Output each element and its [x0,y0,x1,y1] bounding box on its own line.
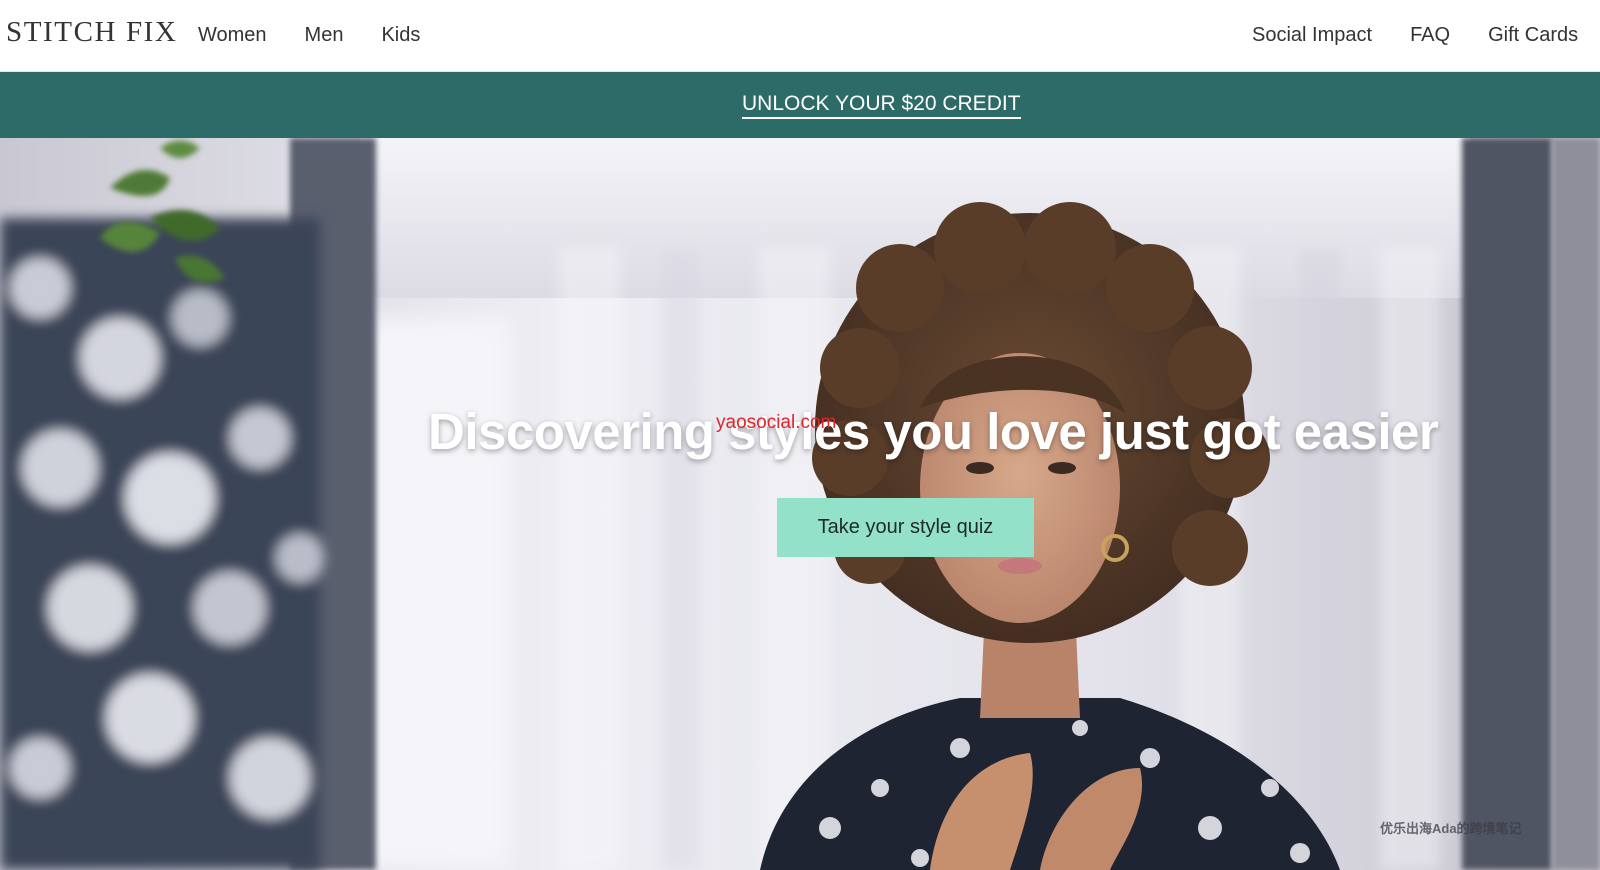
secondary-nav: Social Impact FAQ Gift Cards [1252,20,1600,50]
hero-section: Discovering styles you love just got eas… [0,138,1600,870]
nav-link-faq[interactable]: FAQ [1410,20,1450,50]
nav-link-men[interactable]: Men [305,20,344,50]
hero-headline: Discovering styles you love just got eas… [428,403,1439,460]
overlay-watermark-text: yaosocial.com [716,412,837,433]
promo-banner: UNLOCK YOUR $20 CREDIT [0,72,1600,138]
stitch-fix-logo[interactable]: STITCH FIX [6,14,177,50]
site-header: STITCH FIX Women Men Kids Social Impact … [0,0,1600,72]
nav-link-social-impact[interactable]: Social Impact [1252,20,1372,50]
corner-watermark-text: 优乐出海Ada的跨境笔记 [1380,821,1522,836]
take-style-quiz-button[interactable]: Take your style quiz [777,498,1034,557]
primary-nav: Women Men Kids [198,20,458,50]
nav-link-women[interactable]: Women [198,20,267,50]
nav-link-kids[interactable]: Kids [381,20,420,50]
nav-link-gift-cards[interactable]: Gift Cards [1488,20,1578,50]
unlock-credit-link[interactable]: UNLOCK YOUR $20 CREDIT [742,92,1021,119]
